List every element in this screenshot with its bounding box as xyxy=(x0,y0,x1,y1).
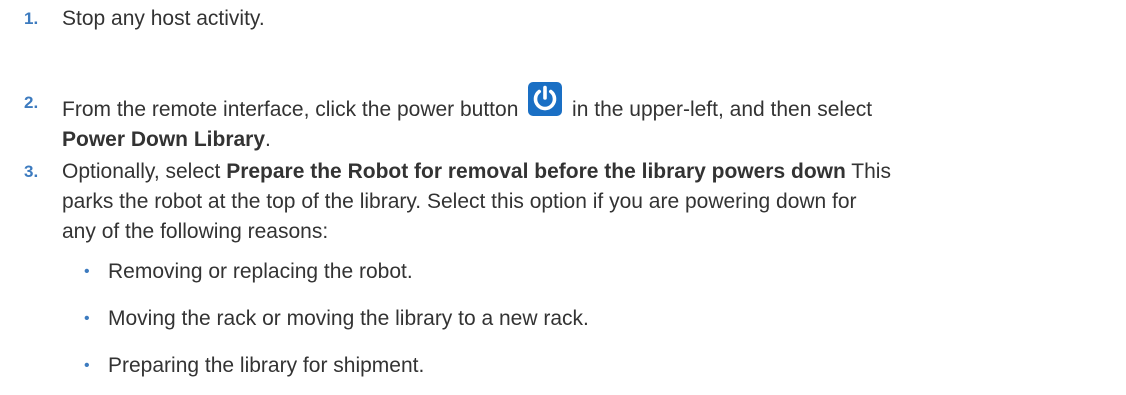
step-text-line2: parks the robot at the top of the librar… xyxy=(62,190,857,213)
step-text: From the remote interface, click the pow… xyxy=(62,98,519,121)
step-text-line3: any of the following reasons: xyxy=(62,220,329,243)
bullet-text: Preparing the library for shipment. xyxy=(108,354,425,377)
ui-term: Prepare the Robot for removal before the… xyxy=(226,160,846,183)
step-text-tail: This xyxy=(845,160,891,183)
step-text: Optionally, select xyxy=(62,160,227,183)
step-number: 1. xyxy=(24,9,39,28)
step-body: From the remote interface, click the pow… xyxy=(62,82,1062,155)
step-number: 2. xyxy=(24,93,39,112)
bullet-text: Removing or replacing the robot. xyxy=(108,260,413,283)
bullet-icon: • xyxy=(84,263,90,280)
bullet-text: Moving the rack or moving the library to… xyxy=(108,307,589,330)
bullet-icon: • xyxy=(84,310,90,327)
ui-term: Power Down Library xyxy=(62,128,266,151)
step-number: 3. xyxy=(24,162,39,181)
power-icon xyxy=(528,82,563,116)
punctuation: . xyxy=(265,128,271,151)
step-text: Stop any host activity. xyxy=(62,7,265,30)
step-text-continued: in the upper-left, and then select xyxy=(566,98,873,121)
step-body: Optionally, select Prepare the Robot for… xyxy=(62,157,1062,247)
bullet-icon: • xyxy=(84,357,90,374)
